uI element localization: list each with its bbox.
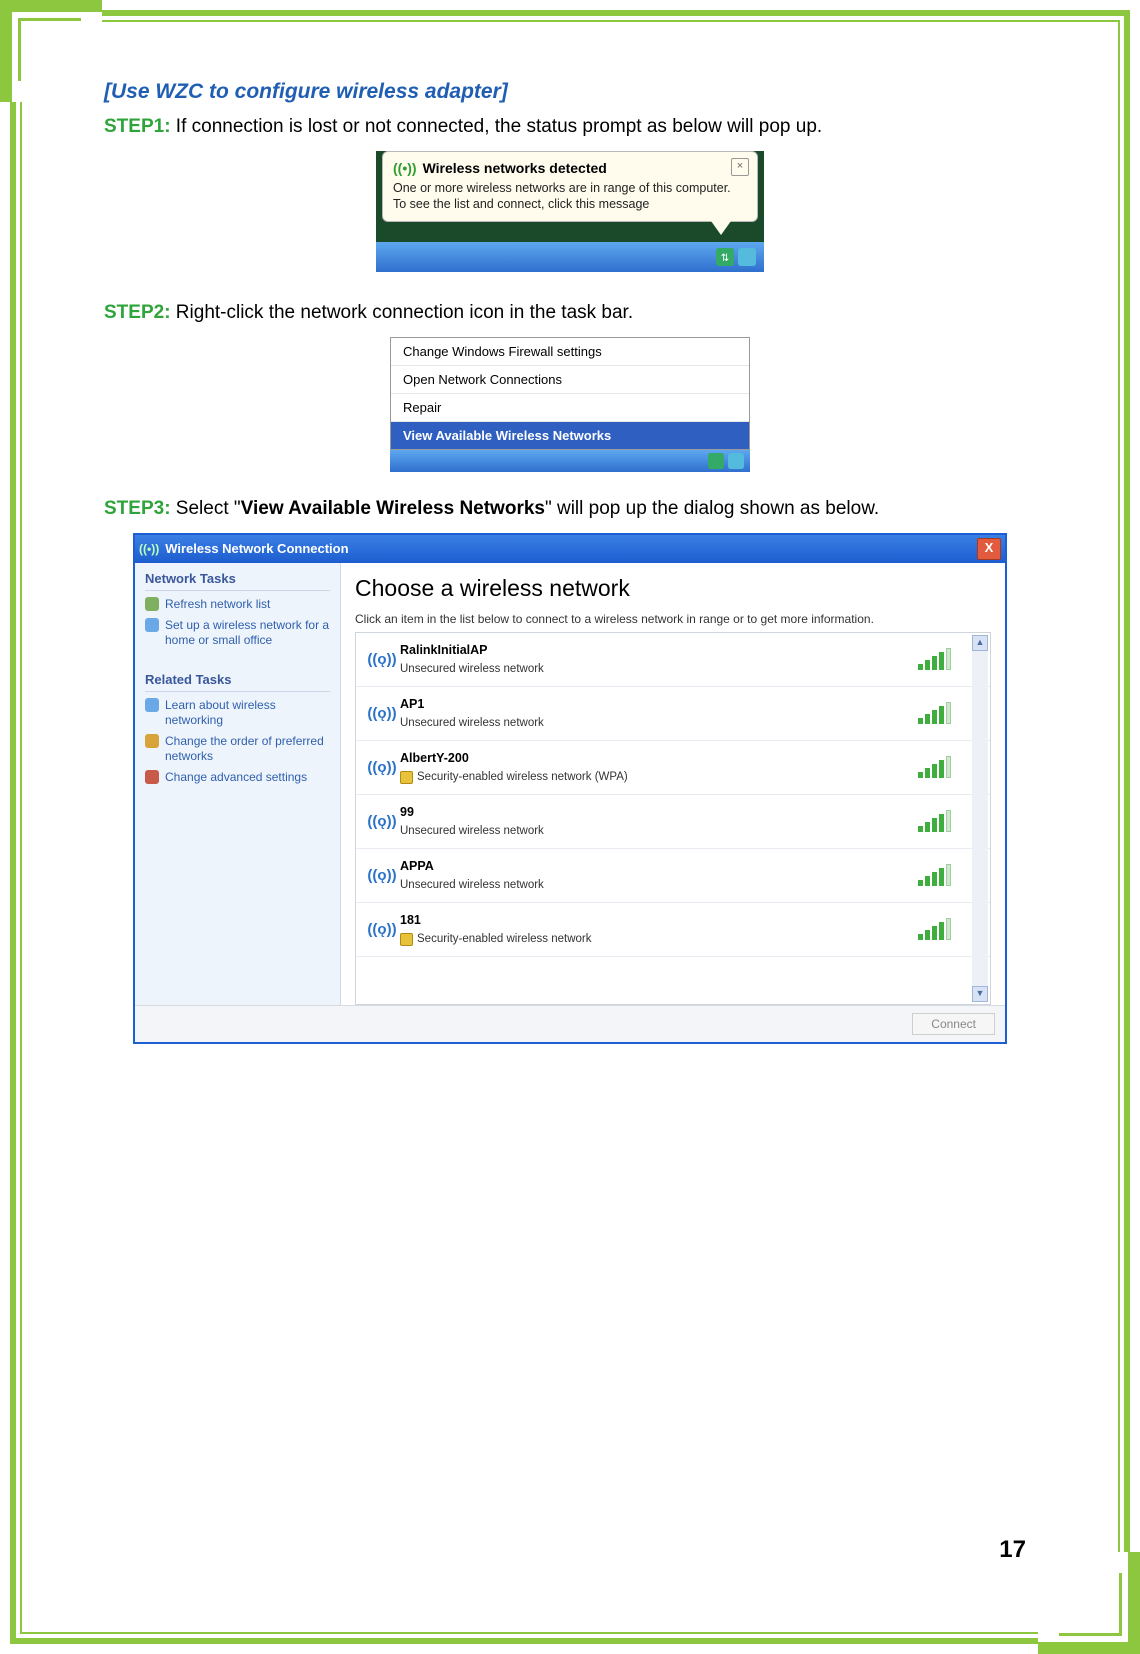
- wireless-icon: ((•)): [139, 542, 159, 556]
- main-hint: Click an item in the list below to conne…: [355, 612, 991, 626]
- scroll-up-button[interactable]: ▲: [972, 635, 988, 651]
- step1-text: If connection is lost or not connected, …: [171, 116, 823, 137]
- step2-line: STEP2: Right-click the network connectio…: [104, 300, 1036, 327]
- signal-icon: [918, 702, 964, 724]
- sidebar-link-advanced[interactable]: Change advanced settings: [145, 770, 330, 785]
- network-desc: Unsecured wireless network: [400, 825, 918, 837]
- main-title: Choose a wireless network: [355, 575, 991, 602]
- network-list: ((ǫ))RalinkInitialAPUnsecured wireless n…: [355, 632, 991, 1005]
- dialog-footer: Connect: [135, 1005, 1005, 1042]
- taskbar: ⇅: [376, 242, 764, 272]
- scrollbar[interactable]: ▲ ▼: [972, 635, 988, 1002]
- antenna-icon: ((ǫ)): [364, 651, 400, 668]
- refresh-icon: [145, 597, 159, 611]
- antenna-icon: ((ǫ)): [364, 759, 400, 776]
- sidebar-link-setup-network[interactable]: Set up a wireless network for a home or …: [145, 618, 330, 648]
- sidebar-link-learn[interactable]: Learn about wireless networking: [145, 698, 330, 728]
- network-name: RalinkInitialAP: [400, 643, 918, 657]
- network-name: 181: [400, 913, 918, 927]
- step2-label: STEP2:: [104, 302, 171, 323]
- balloon-close-button[interactable]: ×: [731, 158, 749, 176]
- step3-label: STEP3:: [104, 498, 171, 519]
- network-row[interactable]: ((ǫ))AlbertY-200 Security-enabled wireles…: [356, 741, 990, 795]
- signal-icon: [918, 864, 964, 886]
- network-tray-icon[interactable]: ⇅: [716, 248, 734, 266]
- network-desc: Unsecured wireless network: [400, 879, 918, 891]
- step1-label: STEP1:: [104, 116, 171, 137]
- step2-text: Right-click the network connection icon …: [171, 302, 634, 323]
- lock-icon: [400, 771, 413, 784]
- antenna-icon: ((ǫ)): [364, 867, 400, 884]
- step1-line: STEP1: If connection is lost or not conn…: [104, 114, 1036, 141]
- balloon-tail: [711, 221, 731, 235]
- step3-line: STEP3: Select "View Available Wireless N…: [104, 496, 1036, 523]
- sidebar-link-label: Set up a wireless network for a home or …: [165, 618, 330, 648]
- screenshot-balloon: ((•)) Wireless networks detected × One o…: [376, 151, 764, 273]
- ctx-item-view-networks[interactable]: View Available Wireless Networks: [391, 422, 749, 449]
- signal-icon: [918, 918, 964, 940]
- network-desc: Unsecured wireless network: [400, 717, 918, 729]
- network-row[interactable]: ((ǫ))RalinkInitialAP Unsecured wireless n…: [356, 633, 990, 687]
- connect-button[interactable]: Connect: [912, 1013, 995, 1035]
- dialog-title: Wireless Network Connection: [165, 541, 348, 556]
- screenshot-context-menu: Change Windows Firewall settings Open Ne…: [390, 337, 750, 472]
- star-icon: [145, 734, 159, 748]
- ctx-item-open-connections[interactable]: Open Network Connections: [391, 366, 749, 394]
- network-desc: Security-enabled wireless network (WPA): [400, 771, 918, 784]
- sidebar-link-label: Learn about wireless networking: [165, 698, 330, 728]
- network-desc: Unsecured wireless network: [400, 663, 918, 675]
- sidebar-link-order[interactable]: Change the order of preferred networks: [145, 734, 330, 764]
- step3-post: " will pop up the dialog shown as below.: [545, 498, 879, 519]
- sidebar-link-label: Refresh network list: [165, 597, 270, 612]
- dialog-main: Choose a wireless network Click an item …: [341, 563, 1005, 1005]
- step3-bold: View Available Wireless Networks: [241, 498, 545, 519]
- signal-icon: [918, 756, 964, 778]
- balloon-tooltip[interactable]: ((•)) Wireless networks detected × One o…: [382, 151, 758, 223]
- corner-ornament-tl: [0, 0, 102, 102]
- network-name: AP1: [400, 697, 918, 711]
- info-icon: [145, 698, 159, 712]
- wireless-tray-icon[interactable]: [728, 453, 744, 469]
- scroll-down-button[interactable]: ▼: [972, 986, 988, 1002]
- sidebar-link-refresh[interactable]: Refresh network list: [145, 597, 330, 612]
- svg-text:⇅: ⇅: [721, 253, 729, 264]
- network-row[interactable]: ((ǫ))APPA Unsecured wireless network: [356, 849, 990, 903]
- antenna-icon: ((ǫ)): [364, 921, 400, 938]
- lock-icon: [400, 933, 413, 946]
- wireless-icon: ((•)): [393, 160, 417, 176]
- wireless-tray-icon[interactable]: [738, 248, 756, 266]
- balloon-title: Wireless networks detected: [423, 160, 607, 176]
- antenna-icon: ((ǫ)): [364, 813, 400, 830]
- antenna-icon: ((ǫ)): [364, 705, 400, 722]
- page-number: 17: [999, 1536, 1026, 1564]
- network-name: AlbertY-200: [400, 751, 918, 765]
- network-row[interactable]: ((ǫ))AP1 Unsecured wireless network: [356, 687, 990, 741]
- network-row[interactable]: ((ǫ))99 Unsecured wireless network: [356, 795, 990, 849]
- taskbar: [390, 450, 750, 472]
- step3-pre: Select ": [171, 498, 241, 519]
- sidebar-head-related-tasks: Related Tasks: [145, 672, 330, 692]
- network-name: APPA: [400, 859, 918, 873]
- network-desc: Security-enabled wireless network: [400, 933, 918, 946]
- dialog-titlebar: ((•)) Wireless Network Connection X: [135, 535, 1005, 563]
- gear-icon: [145, 770, 159, 784]
- network-name: 99: [400, 805, 918, 819]
- dialog-close-button[interactable]: X: [977, 538, 1001, 560]
- signal-icon: [918, 810, 964, 832]
- network-tray-icon[interactable]: [708, 453, 724, 469]
- sidebar: Network Tasks Refresh network list Set u…: [135, 563, 341, 1005]
- screenshot-wireless-dialog: ((•)) Wireless Network Connection X Netwo…: [133, 533, 1007, 1044]
- ctx-item-firewall[interactable]: Change Windows Firewall settings: [391, 338, 749, 366]
- setup-icon: [145, 618, 159, 632]
- signal-icon: [918, 648, 964, 670]
- sidebar-link-label: Change the order of preferred networks: [165, 734, 330, 764]
- sidebar-head-network-tasks: Network Tasks: [145, 571, 330, 591]
- corner-ornament-br: [1038, 1552, 1140, 1654]
- sidebar-link-label: Change advanced settings: [165, 770, 307, 785]
- balloon-body: One or more wireless networks are in ran…: [393, 180, 747, 214]
- context-menu: Change Windows Firewall settings Open Ne…: [390, 337, 750, 450]
- section-heading: [Use WZC to configure wireless adapter]: [104, 80, 1036, 104]
- ctx-item-repair[interactable]: Repair: [391, 394, 749, 422]
- network-row[interactable]: ((ǫ))181 Security-enabled wireless networ…: [356, 903, 990, 957]
